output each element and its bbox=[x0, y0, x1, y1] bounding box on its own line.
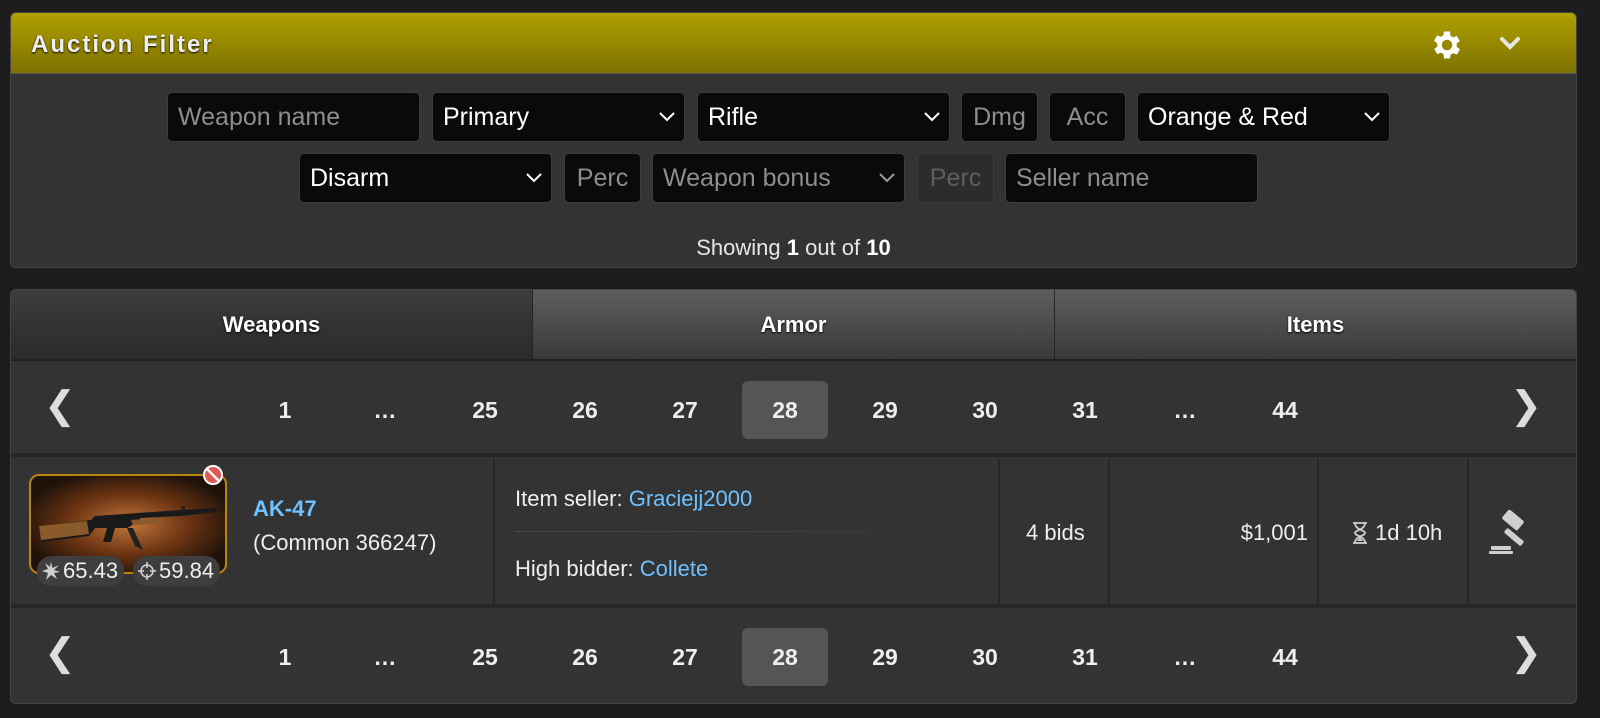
column-divider bbox=[493, 458, 495, 604]
showing-prefix: Showing bbox=[696, 235, 781, 260]
page-link[interactable]: 31 bbox=[1042, 381, 1128, 439]
damage-stat: 65.43 bbox=[37, 556, 125, 586]
pagination-bottom: ❮ 1 … 25 26 27 28 29 30 31 … 44 ❯ bbox=[11, 608, 1576, 696]
page-ellipsis: … bbox=[1173, 643, 1197, 670]
page-link[interactable]: 31 bbox=[1042, 628, 1128, 686]
current-price: $1,001 bbox=[1240, 520, 1308, 545]
bonus-2-select-value: Weapon bonus bbox=[663, 163, 831, 192]
bonus-1-perc-input[interactable] bbox=[564, 153, 641, 203]
accuracy-stat: 59.84 bbox=[133, 556, 221, 586]
next-page-button[interactable]: ❯ bbox=[1501, 608, 1551, 696]
weapon-subtitle: (Common 366247) bbox=[253, 530, 437, 555]
tab-armor[interactable]: Armor bbox=[533, 290, 1055, 359]
type-select[interactable]: Rifle bbox=[697, 92, 950, 142]
page-link[interactable]: 44 bbox=[1242, 628, 1328, 686]
accuracy-icon bbox=[138, 562, 156, 580]
weapon-name-input[interactable] bbox=[167, 92, 420, 142]
page-link[interactable]: 29 bbox=[842, 628, 928, 686]
page-link[interactable]: 30 bbox=[942, 628, 1028, 686]
column-divider bbox=[1467, 458, 1469, 604]
page-link[interactable]: 25 bbox=[442, 381, 528, 439]
page-ellipsis: … bbox=[373, 396, 397, 423]
chevron-down-icon bbox=[659, 112, 675, 122]
category-tabs: Weapons Armor Items bbox=[11, 290, 1576, 361]
gavel-icon[interactable] bbox=[1489, 509, 1533, 559]
chevron-down-icon bbox=[526, 173, 542, 183]
auction-filter-panel: Auction Filter Primary Rifle Orange & Re… bbox=[10, 12, 1577, 268]
listing-row[interactable]: 65.43 59.84 AK-47 (Common 366247) Item s… bbox=[11, 458, 1576, 604]
chevron-down-icon[interactable] bbox=[1499, 35, 1521, 56]
seller-line: Item seller: Graciejj2000 bbox=[515, 486, 752, 512]
pagination-top: ❮ 1 … 25 26 27 28 29 30 31 … 44 ❯ bbox=[11, 361, 1576, 449]
chevron-down-icon bbox=[1364, 112, 1380, 122]
damage-input[interactable] bbox=[961, 92, 1038, 142]
page-link-active[interactable]: 28 bbox=[742, 381, 828, 439]
time-left: 1d 10h bbox=[1351, 520, 1442, 546]
showing-mid: out of bbox=[805, 235, 861, 260]
showing-current: 1 bbox=[786, 235, 799, 260]
damage-icon bbox=[42, 562, 60, 580]
market-panel: Weapons Armor Items ❮ 1 … 25 26 27 28 29… bbox=[10, 289, 1577, 704]
slot-select-value: Primary bbox=[443, 102, 530, 131]
next-page-button[interactable]: ❯ bbox=[1501, 361, 1551, 449]
bonus-2-select[interactable]: Weapon bonus bbox=[652, 153, 905, 203]
divider bbox=[515, 531, 980, 532]
page-link[interactable]: 26 bbox=[542, 381, 628, 439]
page-link[interactable]: 44 bbox=[1242, 381, 1328, 439]
page-link[interactable]: 25 bbox=[442, 628, 528, 686]
chevron-down-icon bbox=[924, 112, 940, 122]
tab-weapons[interactable]: Weapons bbox=[11, 290, 533, 359]
page-link-active[interactable]: 28 bbox=[742, 628, 828, 686]
bonus-1-select-value: Disarm bbox=[310, 163, 390, 192]
page-link[interactable]: 26 bbox=[542, 628, 628, 686]
bidder-label: High bidder: bbox=[515, 556, 634, 581]
page-link[interactable]: 27 bbox=[642, 381, 728, 439]
result-count: Showing 1 out of 10 bbox=[11, 235, 1576, 261]
column-divider bbox=[1317, 458, 1319, 604]
divider bbox=[11, 453, 1576, 457]
page-link[interactable]: 29 bbox=[842, 381, 928, 439]
type-select-value: Rifle bbox=[708, 102, 759, 131]
page-link[interactable]: 1 bbox=[242, 628, 328, 686]
tab-items[interactable]: Items bbox=[1055, 290, 1576, 359]
accuracy-value: 59.84 bbox=[159, 558, 215, 583]
damage-value: 65.43 bbox=[63, 558, 119, 583]
page-link[interactable]: 27 bbox=[642, 628, 728, 686]
bonus-1-select[interactable]: Disarm bbox=[299, 153, 552, 203]
accuracy-input[interactable] bbox=[1049, 92, 1126, 142]
bonus-2-perc-input bbox=[917, 153, 994, 203]
hourglass-icon bbox=[1353, 522, 1367, 544]
weapon-name[interactable]: AK-47 bbox=[253, 496, 317, 522]
page-ellipsis: … bbox=[373, 643, 397, 670]
page-link[interactable]: 30 bbox=[942, 381, 1028, 439]
rarity-select[interactable]: Orange & Red bbox=[1137, 92, 1390, 142]
prev-page-button[interactable]: ❮ bbox=[35, 608, 85, 696]
seller-label: Item seller: bbox=[515, 486, 623, 511]
page-link[interactable]: 1 bbox=[242, 381, 328, 439]
untradeable-icon bbox=[202, 464, 224, 491]
filter-title: Auction Filter bbox=[31, 31, 214, 58]
showing-total: 10 bbox=[866, 235, 891, 260]
column-divider bbox=[998, 458, 1000, 604]
seller-link[interactable]: Graciejj2000 bbox=[629, 486, 753, 511]
bid-count: 4 bids bbox=[1026, 520, 1085, 545]
bidder-link[interactable]: Collete bbox=[640, 556, 708, 581]
time-left-value: 1d 10h bbox=[1375, 520, 1443, 545]
filter-header: Auction Filter bbox=[11, 13, 1576, 74]
chevron-down-icon bbox=[879, 173, 895, 183]
bidder-line: High bidder: Collete bbox=[515, 556, 708, 582]
prev-page-button[interactable]: ❮ bbox=[35, 361, 85, 449]
rarity-select-value: Orange & Red bbox=[1148, 102, 1308, 131]
page-ellipsis: … bbox=[1173, 396, 1197, 423]
column-divider bbox=[1108, 458, 1110, 604]
gear-icon[interactable] bbox=[1429, 27, 1465, 68]
slot-select[interactable]: Primary bbox=[432, 92, 685, 142]
seller-name-input[interactable] bbox=[1005, 153, 1258, 203]
